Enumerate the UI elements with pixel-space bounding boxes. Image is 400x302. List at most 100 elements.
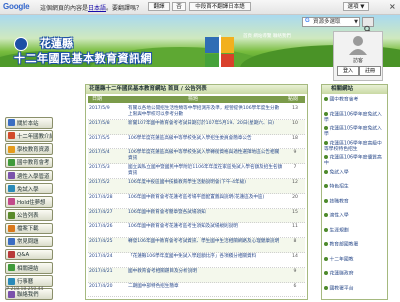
row-title-link[interactable]: 「花蓮縣106學年度國中免試入學超額比序」各項積分相關資料 [128,254,283,260]
header-links[interactable]: 首頁 網站導覽 聯絡我們 [243,33,291,39]
left-nav: 關於本站 十二年國教介紹學校教育資源 國中教育會考適性入學管道 免試入學 Hold住夢想… [5,117,53,302]
row-hits: 9 [293,150,297,156]
table-row[interactable]: 2017/4/27 106年國中教育會考簡章暨各試場須知 15 [88,208,305,224]
nav-item[interactable]: 相關連結 [5,262,53,274]
related-link[interactable]: 技職教育 [324,198,386,205]
related-link-label: 國教署平台 [329,286,354,291]
row-title-link[interactable]: 106年國中教育會考花蓮考區考場平面配置圖與說明(花蓮區及中區) [128,195,283,201]
nav-item[interactable]: 行事曆 [5,275,53,287]
bullet-icon [324,111,328,116]
row-title-link[interactable]: 轉發106年國中教育會考考試資訊、學生國中生活相關網路及心理健康說明 [128,239,283,245]
nav-item-label: 學校教育資源 [17,147,50,154]
nav-item-icon [8,172,15,179]
nav-item[interactable]: 免試入學 [5,182,53,195]
related-link[interactable]: 花蓮區106學年度優質高中 [324,155,386,167]
translate-message: 這個網頁的內容是日本語。要翻譯嗎？ [40,3,142,12]
row-title-link[interactable]: 二期國中部特色招生簡章 [128,284,283,290]
google-logo: Google [3,2,30,11]
row-date: 2017/5/3 [89,165,110,171]
search-input[interactable]: G 資源多選取 ▼ [302,17,360,27]
nav-item[interactable]: 檔案下載 [5,222,53,234]
related-link[interactable]: 花蓮縣政府 [324,271,386,277]
table-row[interactable]: 2017/4/28 106年國中教育會考花蓮考區考場平面配置圖與說明(花蓮區及中區… [88,194,305,209]
table-row[interactable]: 2017/5/8 新聞107年國中教育會考考試日期訂於107年5月19、20日(星… [88,119,305,135]
related-link[interactable]: 教育部國教署 [324,242,386,248]
nav-item[interactable]: Q&A [5,248,53,261]
bullet-icon [324,169,328,174]
avatar-icon [349,36,367,55]
row-title-link[interactable]: 106年國中教育會考花蓮考區考生須知及試場規則說明 [128,224,283,230]
table-row[interactable]: 2017/5/5 106學年度花蓮區高級中等學校免試入學招生委員會簡章公告 18 [88,135,305,150]
table-row[interactable]: 2017/4/24 「花蓮縣106學年度國中免試入學超額比序」各項積分相關資料 14 [88,253,305,268]
nav-item[interactable]: 常見問題 [5,235,53,248]
table-row[interactable]: 2017/4/21 國中教育會考相關題目及分析說明 9 [88,267,305,283]
language-link[interactable]: 日本語 [88,5,106,12]
related-links-panel: 相關網站 國中教育會考 花蓮區106學年度免試入學 花蓮區105學年度免試入學 花蓮區… [321,84,388,300]
row-title-link[interactable]: 106學年度花蓮區高級中等學校免試入學轉銜資格與適性選擇地區公告相關資訊 [128,150,283,161]
related-link-label: 生涯規劃 [329,228,349,233]
table-row[interactable]: 2017/4/26 106年國中教育會考花蓮考區考生須知及試場規則說明 11 [88,223,305,239]
related-link[interactable]: 十二年國教 [324,256,386,263]
row-hits: 9 [293,268,297,274]
row-title-link[interactable]: 國中教育會考相關題目及分析說明 [128,269,283,275]
related-link-label: 國中教育會考 [329,97,359,103]
nav-item[interactable]: 學校教育資源 [5,143,53,155]
bullet-icon [324,140,328,145]
table-row[interactable]: 2017/5/3 國立與私立國中暨國民中學附近1106年年度在家區免試入學名額及招… [88,164,305,179]
chevron-down-icon: ▼ [354,19,358,25]
row-hits: 11 [292,224,298,230]
row-date: 2017/4/27 [89,209,113,215]
table-row[interactable]: 2017/5/9 有關以各地公開招生活性類等中學招測形及準，經營提供106學年度生… [88,105,305,120]
nav-item[interactable]: 十二年國教介紹 [5,130,53,142]
row-title-link[interactable]: 106年度中投區國中技藝教育學生活動說明會(下午-4年級) [128,180,283,186]
table-row[interactable]: 2017/4/25 轉發106年國中教育會考考試資訊、學生國中生活相關網路及心理健… [88,238,305,253]
related-link[interactable]: 國中教育會考 [324,97,386,103]
row-title-link[interactable]: 106年國中教育會考簡章暨各試場須知 [128,210,283,216]
nav-item-label: Q&A [17,251,30,258]
related-link[interactable]: 花蓮區105學年度免試入學 [324,126,386,138]
options-button[interactable]: 選項 ▼ [343,2,369,11]
related-link[interactable]: 特色招生 [324,184,386,190]
panel-title: 花蓮縣十二年國民基本教育網站 首頁 / 公告列表 [86,85,307,94]
login-button[interactable]: 登入 [337,66,359,76]
search-button[interactable] [362,17,374,33]
row-hits: 6 [293,283,297,289]
row-hits: 12 [292,180,298,185]
close-icon[interactable]: × [389,2,396,11]
nav-item-icon [8,185,15,193]
table-row[interactable]: 2017/5/2 106年度中投區國中技藝教育學生活動說明會(下午-4年級) 12 [88,179,305,194]
nav-item-icon [8,119,15,127]
translate-bar: Google 這個網頁的內容是日本語。要翻譯嗎？ 翻譯 否 中段首不翻譯日本語 … [0,0,400,15]
no-button[interactable]: 否 [172,2,186,11]
related-link-label: 花蓮縣政府 [329,271,354,277]
nav-item[interactable]: 公告列表 [5,209,53,221]
nav-item-label: 國中教育會考 [17,160,50,167]
row-hits: 15 [292,209,298,215]
related-link[interactable]: 花蓮區106學年度免試入學 [324,111,386,124]
bullet-icon [324,126,328,130]
row-date: 2017/4/25 [89,239,113,245]
nav-item[interactable]: 適性入學管道 [5,169,53,182]
related-link[interactable]: 適性入學 [324,213,386,219]
row-title-link[interactable]: 國立與私立國中暨國民中學附近1106年年度在家區免試入學名額及招生名額資訊 [128,165,283,176]
table-header: 日期 標題 點閱 [88,96,305,103]
nav-item[interactable]: 關於本站 [5,117,53,129]
related-link-label: 花蓮區105學年度免試入學 [324,126,382,138]
row-title-link[interactable]: 有關以各地公開招生活性類等中學招測形及準，經營提供106學年度生分數上限與中學校… [128,106,283,117]
table-row[interactable]: 2017/4/20 二期國中部特色招生簡章 6 [88,283,305,298]
row-title-link[interactable]: 106學年度花蓮區高級中等學校免試入學招生委員會簡章公告 [128,136,283,142]
site-title[interactable]: 十二年國民基本教育資訊網 [14,50,152,66]
table-row[interactable]: 2017/5/4 106學年度花蓮區高級中等學校免試入學轉銜資格與適性選擇地區公告… [88,149,305,165]
row-title-link[interactable]: 新聞107年國中教育會考考試日期訂於107年5月19、20日(星期六、日) [128,121,283,127]
related-link[interactable]: 花蓮區106學年度高級中等學校特色招生 [324,140,386,153]
related-link[interactable]: 國教署平台 [324,285,386,292]
nav-item[interactable]: 國中教育會考 [5,156,53,169]
related-link-label: 技職教育 [329,199,349,204]
register-button[interactable]: 註冊 [359,66,381,76]
nav-item[interactable]: Hold住夢想 [5,196,53,208]
never-translate-button[interactable]: 中段首不翻譯日本語 [189,2,251,11]
related-link[interactable]: 生涯規劃 [324,227,386,234]
translate-button[interactable]: 翻譯 [148,2,170,11]
nav-item-icon [8,224,15,232]
related-link[interactable]: 免試入學 [324,169,386,176]
